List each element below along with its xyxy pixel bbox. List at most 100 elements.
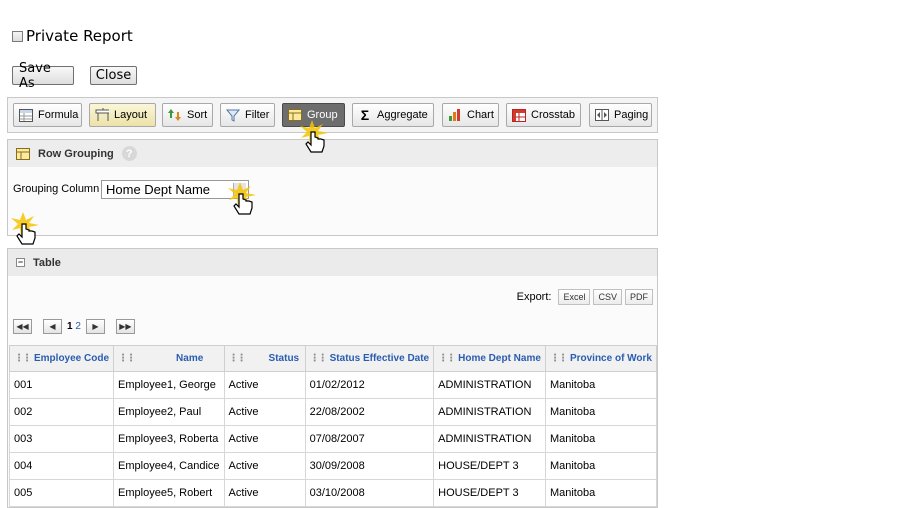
filter-label: Filter bbox=[245, 109, 270, 121]
cell-home-dept: ADMINISTRATION bbox=[433, 398, 546, 426]
aggregate-label: Aggregate bbox=[377, 109, 428, 121]
cell-status: Active bbox=[223, 398, 306, 426]
chart-label: Chart bbox=[467, 109, 494, 121]
hand-cursor-icon bbox=[11, 212, 39, 245]
drag-handle-icon[interactable]: ⋮⋮ bbox=[438, 353, 456, 364]
cell-status-date: 01/02/2012 bbox=[304, 371, 435, 399]
layout-button[interactable]: Layout bbox=[89, 103, 156, 127]
pager: ◀◀ ◀ 1 2 ▶ ▶▶ bbox=[13, 319, 135, 334]
cell-employee-code: 005 bbox=[8, 479, 115, 507]
cell-employee-code: 004 bbox=[8, 452, 115, 480]
layout-icon bbox=[95, 108, 109, 122]
layout-label: Layout bbox=[114, 109, 148, 121]
sigma-icon: Σ bbox=[360, 107, 370, 123]
row-grouping-title: Row Grouping bbox=[38, 147, 114, 160]
next-page-icon[interactable]: ▶ bbox=[85, 319, 105, 334]
cell-status: Active bbox=[223, 479, 306, 507]
sort-label: Sort bbox=[187, 109, 208, 121]
cell-province: Manitoba bbox=[544, 452, 658, 480]
cell-employee-code: 002 bbox=[8, 398, 115, 426]
cell-status: Active bbox=[223, 371, 306, 399]
table-header: − Table bbox=[8, 249, 657, 276]
column-header[interactable]: ⋮⋮ Employee Code bbox=[8, 345, 115, 372]
export-label: Export: bbox=[516, 291, 552, 303]
close-button[interactable]: Close bbox=[90, 66, 137, 85]
cell-status-date: 07/08/2007 bbox=[304, 425, 435, 453]
column-header[interactable]: ⋮⋮ Home Dept Name bbox=[433, 345, 546, 372]
drag-handle-icon[interactable]: ⋮⋮ bbox=[310, 353, 328, 364]
private-report-row: Private Report bbox=[12, 27, 133, 45]
paging-label: Paging bbox=[614, 109, 649, 121]
hand-cursor-icon bbox=[228, 182, 256, 215]
prev-page-icon[interactable]: ◀ bbox=[43, 319, 62, 334]
current-page: 1 bbox=[67, 321, 73, 332]
row-grouping-header: Row Grouping ? bbox=[8, 140, 657, 167]
cell-province: Manitoba bbox=[544, 371, 658, 399]
table-row[interactable]: 001 Employee1, George Active 01/02/2012 … bbox=[8, 371, 658, 399]
collapse-icon[interactable]: − bbox=[16, 258, 25, 267]
table-row[interactable]: 004 Employee4, Candice Active 30/09/2008… bbox=[8, 452, 658, 480]
cell-name: Employee2, Paul bbox=[113, 398, 225, 426]
cell-name: Employee4, Candice bbox=[113, 452, 225, 480]
drag-handle-icon[interactable]: ⋮⋮ bbox=[14, 353, 32, 364]
drag-handle-icon[interactable]: ⋮⋮ bbox=[229, 353, 247, 364]
cell-status-date: 30/09/2008 bbox=[304, 452, 435, 480]
column-header[interactable]: ⋮⋮ Status Effective Date bbox=[304, 345, 435, 372]
export-csv-button[interactable]: CSV bbox=[593, 289, 622, 305]
column-header[interactable]: ⋮⋮ Name bbox=[113, 345, 225, 372]
page-numbers: 1 2 bbox=[67, 321, 81, 332]
table-row[interactable]: 002 Employee2, Paul Active 22/08/2002 AD… bbox=[8, 398, 658, 426]
private-report-label: Private Report bbox=[26, 27, 133, 45]
sort-button[interactable]: Sort bbox=[162, 103, 213, 127]
cell-home-dept: ADMINISTRATION bbox=[433, 371, 546, 399]
formula-icon bbox=[19, 108, 33, 122]
cell-province: Manitoba bbox=[544, 479, 658, 507]
table-panel: − Table Export: Excel CSV PDF ◀◀ ◀ 1 2 ▶… bbox=[7, 248, 658, 508]
crosstab-label: Crosstab bbox=[531, 109, 576, 121]
cell-province: Manitoba bbox=[544, 398, 658, 426]
aggregate-button[interactable]: Σ Aggregate bbox=[352, 103, 434, 127]
group-icon bbox=[16, 147, 30, 161]
formula-button[interactable]: Formula bbox=[13, 103, 82, 127]
cell-name: Employee5, Robert bbox=[113, 479, 225, 507]
hand-cursor-icon bbox=[300, 120, 328, 153]
cell-name: Employee3, Roberta bbox=[113, 425, 225, 453]
help-icon[interactable]: ? bbox=[121, 146, 137, 161]
drag-handle-icon[interactable]: ⋮⋮ bbox=[550, 353, 568, 364]
paging-icon bbox=[595, 108, 609, 122]
table-title: Table bbox=[33, 256, 61, 269]
page-link[interactable]: 2 bbox=[75, 321, 81, 332]
export-excel-button[interactable]: Excel bbox=[558, 289, 591, 305]
cell-home-dept: HOUSE/DEPT 3 bbox=[433, 452, 546, 480]
drag-handle-icon[interactable]: ⋮⋮ bbox=[118, 353, 136, 364]
cell-home-dept: ADMINISTRATION bbox=[433, 425, 546, 453]
table-row[interactable]: 003 Employee3, Roberta Active 07/08/2007… bbox=[8, 425, 658, 453]
cell-status-date: 22/08/2002 bbox=[304, 398, 435, 426]
table-header-row: ⋮⋮ Employee Code ⋮⋮ Name ⋮⋮ Status ⋮⋮ Status… bbox=[8, 345, 658, 372]
formula-label: Formula bbox=[38, 109, 79, 121]
cell-status-date: 03/10/2008 bbox=[304, 479, 435, 507]
cell-status: Active bbox=[223, 452, 306, 480]
crosstab-button[interactable]: Crosstab bbox=[506, 103, 581, 127]
first-page-icon[interactable]: ◀◀ bbox=[13, 319, 32, 334]
cell-name: Employee1, George bbox=[113, 371, 225, 399]
cell-province: Manitoba bbox=[544, 425, 658, 453]
private-report-checkbox[interactable] bbox=[12, 30, 23, 42]
filter-button[interactable]: Filter bbox=[220, 103, 275, 127]
sort-icon bbox=[168, 108, 182, 122]
cell-status: Active bbox=[223, 425, 306, 453]
employee-table: ⋮⋮ Employee Code ⋮⋮ Name ⋮⋮ Status ⋮⋮ Status… bbox=[8, 345, 658, 507]
export-pdf-button[interactable]: PDF bbox=[625, 289, 653, 305]
last-page-icon[interactable]: ▶▶ bbox=[115, 319, 135, 334]
filter-icon bbox=[226, 108, 240, 122]
column-header[interactable]: ⋮⋮ Province of Work bbox=[544, 345, 658, 372]
cell-employee-code: 001 bbox=[8, 371, 115, 399]
save-as-button[interactable]: Save As bbox=[12, 61, 74, 91]
table-row[interactable]: 005 Employee5, Robert Active 03/10/2008 … bbox=[8, 479, 658, 507]
column-header[interactable]: ⋮⋮ Status bbox=[223, 345, 306, 372]
report-toolbar: Formula Layout Sort Filter Group Σ Aggre… bbox=[7, 97, 658, 133]
grouping-column-label: Grouping Column bbox=[13, 183, 100, 195]
paging-button[interactable]: Paging bbox=[589, 103, 652, 127]
cell-employee-code: 003 bbox=[8, 425, 115, 453]
chart-button[interactable]: Chart bbox=[442, 103, 499, 127]
